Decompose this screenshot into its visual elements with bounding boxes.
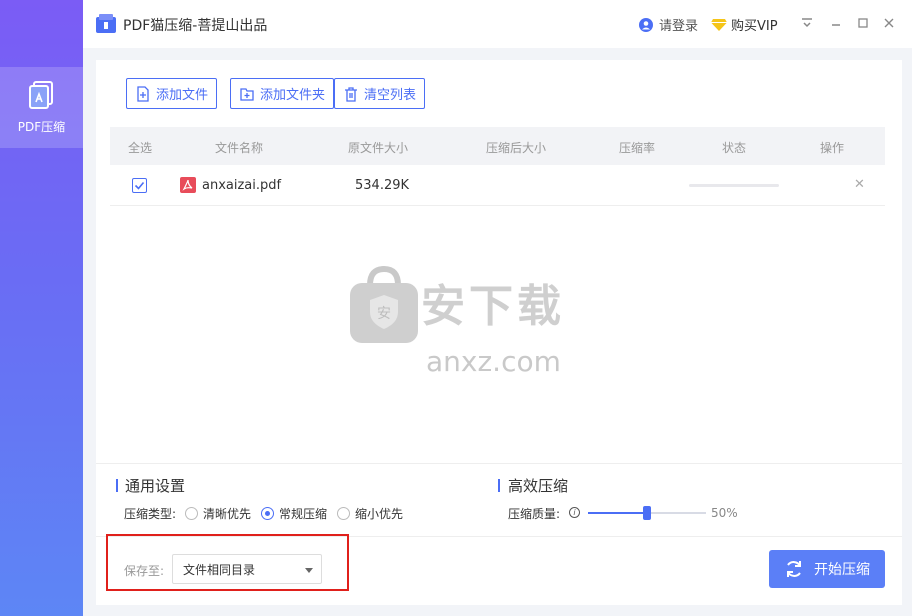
start-compress-button[interactable]: 开始压缩 (769, 550, 885, 588)
compress-progress-bar (689, 184, 779, 187)
minimize-icon[interactable] (828, 15, 844, 31)
menu-icon[interactable] (799, 15, 815, 31)
sidebar-item-pdf-compress[interactable]: PDF压缩 (0, 67, 83, 148)
table-header: 全选 文件名称 原文件大小 压缩后大小 压缩率 状态 操作 (110, 127, 885, 165)
file-name: anxaizai.pdf (202, 178, 282, 193)
quality-label: 压缩质量: (508, 507, 561, 521)
efficient-compress-title: 高效压缩 (508, 477, 569, 495)
compress-type-label: 压缩类型: (124, 507, 177, 521)
radio-dot (261, 507, 274, 520)
start-compress-label: 开始压缩 (814, 562, 870, 578)
highlight-box (106, 534, 349, 591)
quality-value: 50% (711, 506, 738, 520)
radio-size-first[interactable]: 缩小优先 (337, 505, 403, 522)
ratio-header: 压缩率 (619, 141, 656, 155)
original-size: 534.29K (355, 178, 410, 193)
row-checkbox[interactable] (132, 178, 147, 193)
watermark-bag-icon: 安 (350, 265, 418, 343)
add-file-label: 添加文件 (156, 88, 209, 103)
add-folder-button[interactable]: 添加文件夹 (230, 78, 335, 109)
login-button[interactable]: 请登录 (639, 15, 698, 34)
trash-icon (345, 86, 357, 102)
app-logo-icon (96, 14, 116, 33)
check-icon (134, 181, 145, 190)
refresh-icon (787, 561, 801, 577)
diamond-icon (711, 19, 727, 31)
add-folder-icon (240, 87, 254, 101)
divider (96, 463, 902, 464)
watermark-en: anxz.com (426, 345, 561, 378)
pdf-icon (180, 177, 196, 193)
section-marker (116, 479, 118, 492)
general-settings-title: 通用设置 (125, 477, 186, 495)
pdf-file-icon (28, 81, 53, 109)
section-marker (498, 479, 500, 492)
login-label: 请登录 (659, 19, 699, 34)
compressed-size-header: 压缩后大小 (486, 141, 547, 155)
radio-clarity-first[interactable]: 清晰优先 (185, 505, 251, 522)
clear-list-label: 清空列表 (364, 88, 417, 103)
table-row: anxaizai.pdf 534.29K ✕ (110, 166, 885, 206)
action-header: 操作 (820, 141, 845, 155)
slider-handle[interactable] (643, 506, 651, 520)
add-file-icon (137, 85, 149, 102)
filename-header: 文件名称 (215, 141, 264, 155)
quality-slider[interactable] (588, 506, 706, 520)
app-title: PDF猫压缩-菩提山出品 (123, 18, 268, 34)
status-header: 状态 (722, 141, 747, 155)
main-panel: 添加文件 添加文件夹 清空列表 全选 文件名称 原文件大小 压缩后大小 压缩率 … (96, 60, 902, 605)
radio-dot (185, 507, 198, 520)
add-file-button[interactable]: 添加文件 (126, 78, 218, 109)
title-bar: PDF猫压缩-菩提山出品 请登录 购买VIP (83, 0, 912, 48)
add-folder-label: 添加文件夹 (260, 88, 326, 103)
info-icon[interactable]: i (569, 507, 580, 518)
vip-label: 购买VIP (731, 19, 778, 34)
maximize-icon[interactable] (855, 15, 871, 31)
clear-list-button[interactable]: 清空列表 (334, 78, 426, 109)
original-size-header: 原文件大小 (348, 141, 409, 155)
radio-label: 清晰优先 (203, 507, 252, 521)
close-icon[interactable] (881, 15, 897, 31)
radio-label: 缩小优先 (355, 507, 404, 521)
user-icon (639, 17, 653, 32)
radio-label: 常规压缩 (279, 507, 328, 521)
select-all-header[interactable]: 全选 (128, 139, 152, 156)
watermark-cn: 安下载 (421, 281, 565, 332)
sidebar-item-label: PDF压缩 (17, 120, 66, 134)
buy-vip-button[interactable]: 购买VIP (711, 15, 778, 34)
svg-text:安: 安 (377, 306, 391, 322)
sidebar: PDF压缩 (0, 0, 83, 616)
radio-normal-compress[interactable]: 常规压缩 (261, 505, 327, 522)
slider-fill (588, 512, 647, 514)
remove-row-icon[interactable]: ✕ (854, 177, 865, 192)
radio-dot (337, 507, 350, 520)
